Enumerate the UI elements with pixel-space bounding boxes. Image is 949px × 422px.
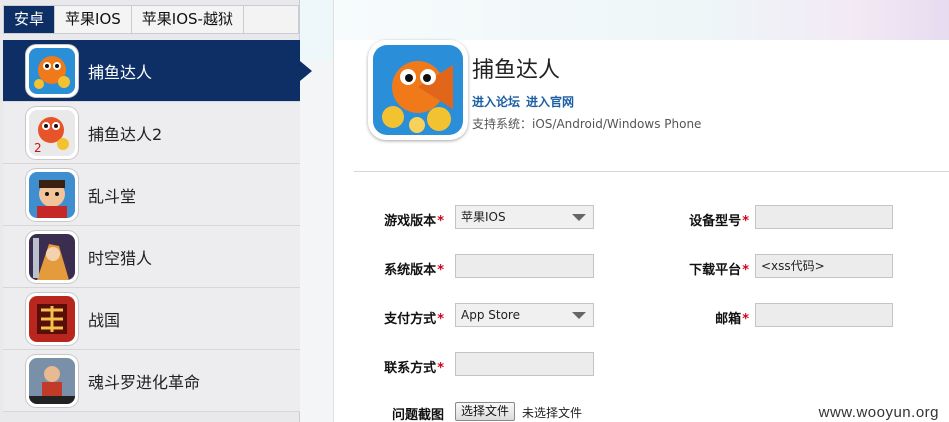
contact-input[interactable]	[455, 352, 594, 376]
game-version-value: 苹果IOS	[461, 210, 506, 224]
payment-value: App Store	[461, 308, 520, 322]
contra-game-icon	[26, 354, 78, 407]
payment-select[interactable]: App Store	[455, 303, 594, 327]
game-item-fish[interactable]: 捕鱼达人	[3, 40, 312, 102]
game-item-fighter[interactable]: 乱斗堂	[3, 164, 300, 226]
main-panel: 捕鱼达人 进入论坛 进入官网 支持系统：iOS/Android/Windows P…	[333, 0, 949, 422]
active-arrow	[300, 61, 312, 81]
svg-text:2: 2	[34, 141, 42, 155]
required-mark: *	[742, 214, 749, 229]
app-links: 进入论坛 进入官网	[472, 93, 580, 110]
supported-systems: 支持系统：iOS/Android/Windows Phone	[472, 117, 702, 131]
game-name: 时空猎人	[88, 248, 153, 268]
warring-states-icon	[26, 292, 78, 345]
fish-game-2-icon: 2	[26, 106, 78, 159]
tab-android[interactable]: 安卓	[4, 6, 56, 33]
fighter-game-icon	[26, 168, 78, 221]
download-platform-label: 下载平台*	[689, 263, 749, 278]
game-list: 捕鱼达人 2 捕鱼达人2 乱斗堂 时空猎人 战国 魂斗罗进化革命	[3, 40, 312, 412]
system-version-input[interactable]	[455, 254, 594, 278]
email-input[interactable]	[755, 303, 893, 327]
sidebar: 安卓 苹果IOS 苹果IOS-越狱 捕鱼达人 2 捕鱼达人2 乱斗堂 时空猎人 …	[0, 0, 312, 422]
divider	[354, 171, 949, 172]
chevron-down-icon	[572, 214, 586, 221]
game-version-select[interactable]: 苹果IOS	[455, 205, 594, 229]
download-platform-input[interactable]: <xss代码>	[755, 254, 893, 278]
required-mark: *	[437, 214, 444, 229]
required-mark: *	[742, 263, 749, 278]
app-icon	[368, 40, 468, 140]
system-version-label: 系统版本*	[384, 263, 444, 278]
payment-label: 支付方式*	[384, 312, 444, 327]
required-mark: *	[437, 312, 444, 327]
game-version-label: 游戏版本*	[384, 214, 444, 229]
chevron-down-icon	[572, 312, 586, 319]
watermark: www.wooyun.org	[818, 404, 939, 421]
game-item-fish-2[interactable]: 2 捕鱼达人2	[3, 102, 300, 164]
platform-tabs: 安卓 苹果IOS 苹果IOS-越狱	[3, 5, 299, 34]
hunter-game-icon	[26, 230, 78, 283]
game-name: 捕鱼达人	[88, 62, 153, 82]
game-name: 乱斗堂	[88, 186, 137, 206]
forum-link[interactable]: 进入论坛	[472, 95, 520, 109]
tab-ios-jailbreak[interactable]: 苹果IOS-越狱	[131, 6, 244, 33]
main-header-gradient	[334, 0, 949, 40]
tab-ios[interactable]: 苹果IOS	[55, 6, 132, 33]
app-title: 捕鱼达人	[472, 58, 561, 83]
device-model-label: 设备型号*	[689, 214, 749, 229]
required-mark: *	[437, 263, 444, 278]
email-label: 邮箱*	[715, 312, 749, 327]
file-status: 未选择文件	[522, 406, 583, 420]
game-name: 魂斗罗进化革命	[88, 372, 201, 392]
required-mark: *	[742, 312, 749, 327]
required-mark: *	[437, 361, 444, 376]
game-name: 战国	[88, 310, 121, 330]
fish-game-icon	[26, 44, 78, 97]
game-item-hunter[interactable]: 时空猎人	[3, 226, 300, 288]
device-model-input[interactable]	[755, 205, 893, 229]
official-site-link[interactable]: 进入官网	[526, 95, 574, 109]
game-name: 捕鱼达人2	[88, 124, 163, 144]
screenshot-label: 问题截图	[391, 408, 444, 422]
game-item-warring-states[interactable]: 战国	[3, 288, 300, 350]
choose-file-button[interactable]: 选择文件	[455, 402, 516, 421]
contact-label: 联系方式*	[384, 361, 444, 376]
game-item-contra[interactable]: 魂斗罗进化革命	[3, 350, 300, 412]
